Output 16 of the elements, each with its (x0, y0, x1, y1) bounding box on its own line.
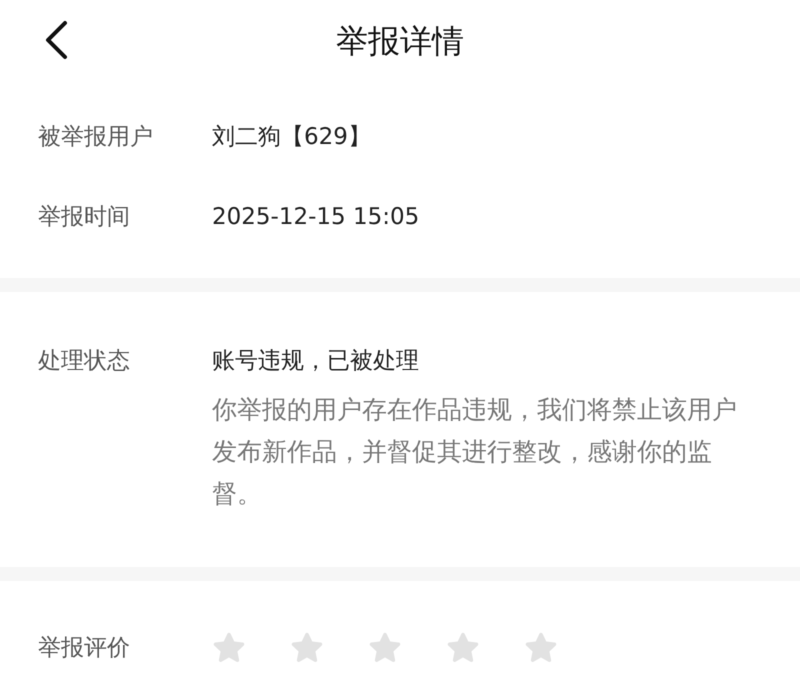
field-label: 举报评价 (38, 634, 131, 662)
field-label: 被举报用户 (38, 122, 154, 152)
status-description: 你举报的用户存在作品违规，我们将禁止该用户发布新作品，并督促其进行整改，感谢你的监督。 (212, 394, 738, 510)
field-value: 刘二狗【629】 (212, 122, 371, 152)
field-label: 举报时间 (38, 202, 131, 232)
star-icon[interactable] (368, 630, 402, 665)
star-icon[interactable] (446, 630, 480, 665)
star-icon[interactable] (524, 630, 558, 665)
field-label: 处理状态 (38, 347, 131, 376)
page-title: 举报详情 (336, 21, 464, 62)
status-text: 账号违规，已被处理 (212, 347, 420, 376)
star-rating[interactable] (212, 630, 558, 665)
back-icon (43, 20, 69, 60)
star-icon[interactable] (212, 630, 246, 665)
star-icon[interactable] (290, 630, 324, 665)
field-value: 2025-12-15 15:05 (212, 202, 420, 232)
